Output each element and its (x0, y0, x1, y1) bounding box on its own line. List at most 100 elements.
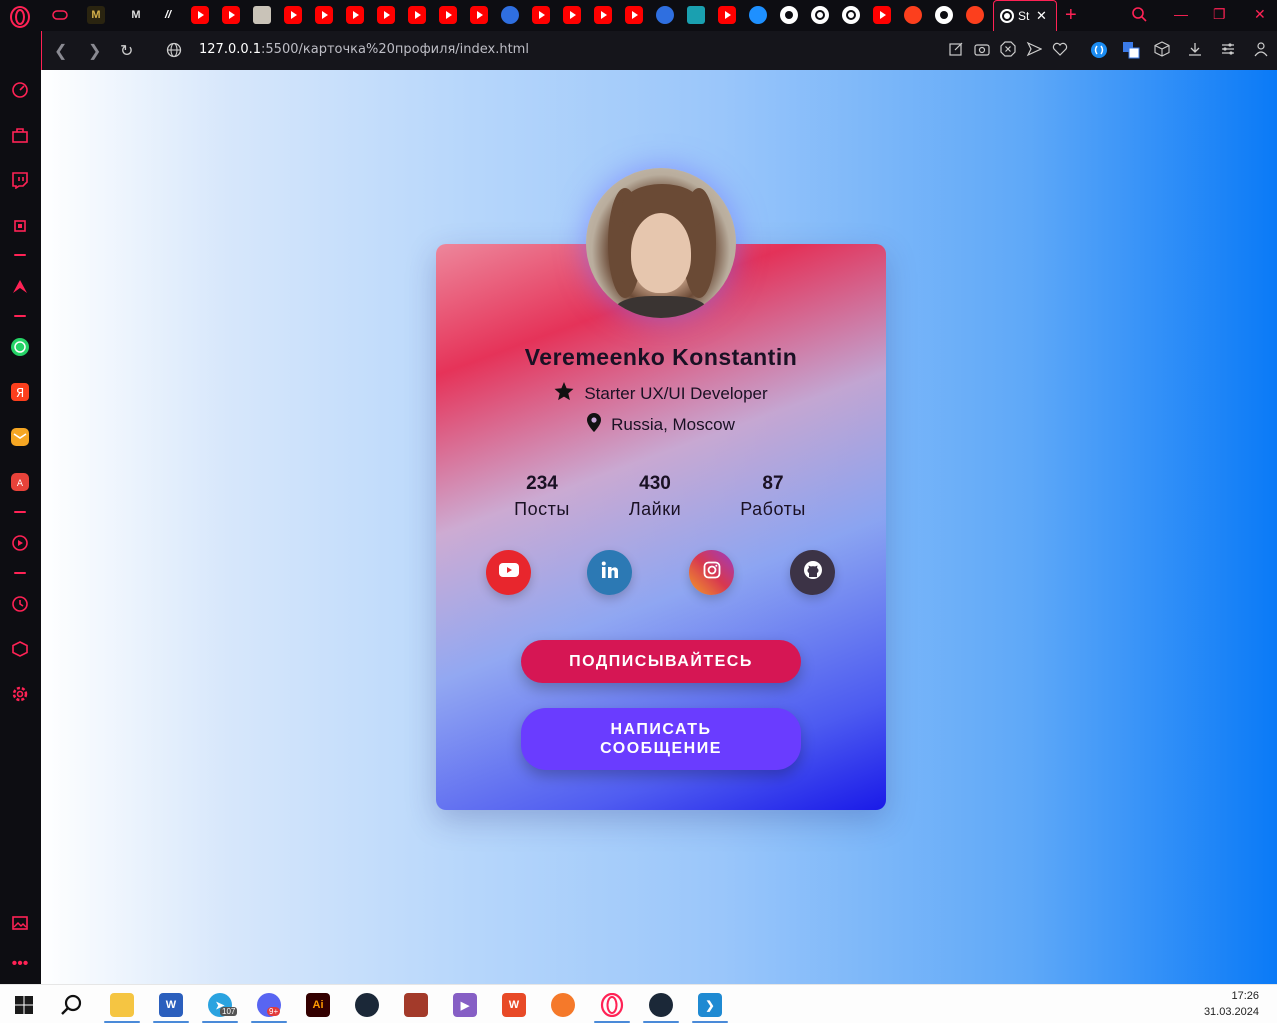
close-tab-icon[interactable]: ✕ (1036, 8, 1047, 24)
github-icon (803, 560, 823, 585)
globe-tab-icon[interactable] (842, 6, 860, 24)
tab-favicon-m-small[interactable]: M (127, 6, 145, 24)
vscode-icon[interactable]: ❯ (698, 993, 722, 1017)
aria-icon[interactable] (9, 275, 31, 297)
youtube-tab-icon[interactable] (315, 6, 333, 24)
translate-icon[interactable]: A (9, 471, 31, 493)
opera-logo-icon[interactable] (9, 6, 31, 28)
teal-tab-icon[interactable] (687, 6, 705, 24)
address-bar: ❮ ❯ ↻ 127.0.0.1:5500/карточка%20профиля/… (41, 31, 1277, 70)
translate-extension-icon[interactable] (1122, 41, 1140, 59)
github-tab-icon[interactable] (935, 6, 953, 24)
send-message-button[interactable]: НАПИСАТЬ СООБЩЕНИЕ (521, 708, 801, 770)
site-info-icon[interactable] (166, 42, 184, 60)
wps-office-icon[interactable]: W (502, 993, 526, 1017)
new-tab-button[interactable]: + (1065, 4, 1077, 27)
close-window-button[interactable]: ✕ (1254, 6, 1266, 23)
yandex-tab-icon[interactable] (904, 6, 922, 24)
gamepad-tab-icon[interactable] (51, 6, 69, 24)
shopping-icon[interactable] (9, 124, 31, 146)
back-button[interactable]: ❮ (54, 41, 67, 61)
profile-icon[interactable] (1253, 41, 1271, 59)
twitch-icon[interactable] (9, 169, 31, 191)
steam-icon[interactable] (355, 993, 379, 1017)
hardware-icon[interactable] (9, 215, 31, 237)
extensions-icon[interactable] (9, 638, 31, 660)
image-tab-icon[interactable] (253, 6, 271, 24)
adblock-icon[interactable] (1000, 41, 1018, 59)
youtube-tab-icon[interactable] (284, 6, 302, 24)
youtube-tab-icon[interactable] (470, 6, 488, 24)
history-icon[interactable] (9, 593, 31, 615)
instagram-button[interactable] (689, 550, 734, 595)
clock-date: 31.03.2024 (1203, 1006, 1259, 1018)
globe-tab-icon[interactable] (811, 6, 829, 24)
send-icon[interactable] (1026, 41, 1044, 59)
url-field[interactable]: 127.0.0.1:5500/карточка%20профиля/index.… (199, 42, 529, 57)
linkedin-button[interactable] (587, 550, 632, 595)
subscribe-button[interactable]: ПОДПИСЫВАЙТЕСЬ (521, 640, 801, 683)
github-button[interactable] (790, 550, 835, 595)
game-icon[interactable] (404, 993, 428, 1017)
youtube-tab-icon[interactable] (408, 6, 426, 24)
search-tabs-icon[interactable] (1131, 6, 1147, 25)
stat-value: 430 (639, 473, 671, 494)
heart-icon[interactable] (1052, 41, 1070, 59)
speed-dial-icon[interactable] (9, 79, 31, 101)
settings-icon[interactable] (9, 683, 31, 705)
camera-icon[interactable] (974, 41, 992, 59)
blue-tab-icon[interactable] (501, 6, 519, 24)
telegram-badge: 107 (220, 1007, 238, 1016)
youtube-tab-icon[interactable] (718, 6, 736, 24)
illustrator-icon[interactable]: Ai (306, 993, 330, 1017)
gallery-icon[interactable] (9, 912, 31, 934)
youtube-tab-icon[interactable] (222, 6, 240, 24)
steam-icon[interactable] (649, 993, 673, 1017)
youtube-tab-icon[interactable] (625, 6, 643, 24)
system-clock[interactable]: 17:26 31.03.2024 (1204, 988, 1259, 1020)
more-icon[interactable]: ••• (9, 953, 31, 975)
blue-tab-icon[interactable] (656, 6, 674, 24)
blender-icon[interactable] (551, 993, 575, 1017)
youtube-tab-icon[interactable] (346, 6, 364, 24)
active-tab[interactable]: St ✕ (993, 0, 1057, 31)
youtube-tab-icon[interactable] (594, 6, 612, 24)
mail-icon[interactable] (9, 426, 31, 448)
yandex-tab-icon[interactable] (966, 6, 984, 24)
reload-button[interactable]: ↻ (120, 41, 133, 61)
profile-name: Veremeenko Konstantin (524, 344, 798, 370)
taskbar: W ➤ 107 9+ Ai ▶ W ❯ 17:26 31.03.2024 (0, 984, 1277, 1023)
download-icon[interactable] (1187, 41, 1205, 59)
github-tab-icon[interactable] (780, 6, 798, 24)
whatsapp-icon[interactable] (9, 336, 31, 358)
tab-favicon-slash[interactable]: // (159, 6, 177, 24)
visual-studio-icon[interactable]: ▶ (453, 993, 477, 1017)
word-icon[interactable]: W (159, 993, 183, 1017)
restore-button[interactable]: ❐ (1213, 6, 1226, 23)
sidebar-divider (14, 511, 26, 513)
youtube-button[interactable] (486, 550, 531, 595)
shazam-icon[interactable] (1090, 41, 1108, 59)
youtube-tab-icon[interactable] (563, 6, 581, 24)
cube-icon[interactable] (1154, 41, 1172, 59)
profile-avatar (586, 168, 736, 318)
forward-button[interactable]: ❯ (88, 41, 101, 61)
youtube-tab-icon[interactable] (191, 6, 209, 24)
search-icon[interactable] (60, 993, 84, 1017)
opera-gx-icon[interactable] (600, 993, 624, 1017)
minimize-button[interactable]: — (1174, 6, 1188, 22)
edit-icon[interactable] (948, 41, 966, 59)
easy-setup-icon[interactable] (1220, 41, 1238, 59)
profile-role: Starter UX/UI Developer (584, 384, 768, 403)
file-explorer-icon[interactable] (110, 993, 134, 1017)
youtube-tab-icon[interactable] (439, 6, 457, 24)
stat-label: Посты (514, 499, 570, 519)
tab-favicon-m[interactable]: M (87, 6, 105, 24)
youtube-tab-icon[interactable] (377, 6, 395, 24)
youtube-tab-icon[interactable] (532, 6, 550, 24)
windows-start-icon[interactable] (12, 993, 36, 1017)
youtube-tab-icon[interactable] (873, 6, 891, 24)
cn-tab-icon[interactable] (749, 6, 767, 24)
player-icon[interactable] (9, 532, 31, 554)
yandex-icon[interactable]: Я (9, 381, 31, 403)
